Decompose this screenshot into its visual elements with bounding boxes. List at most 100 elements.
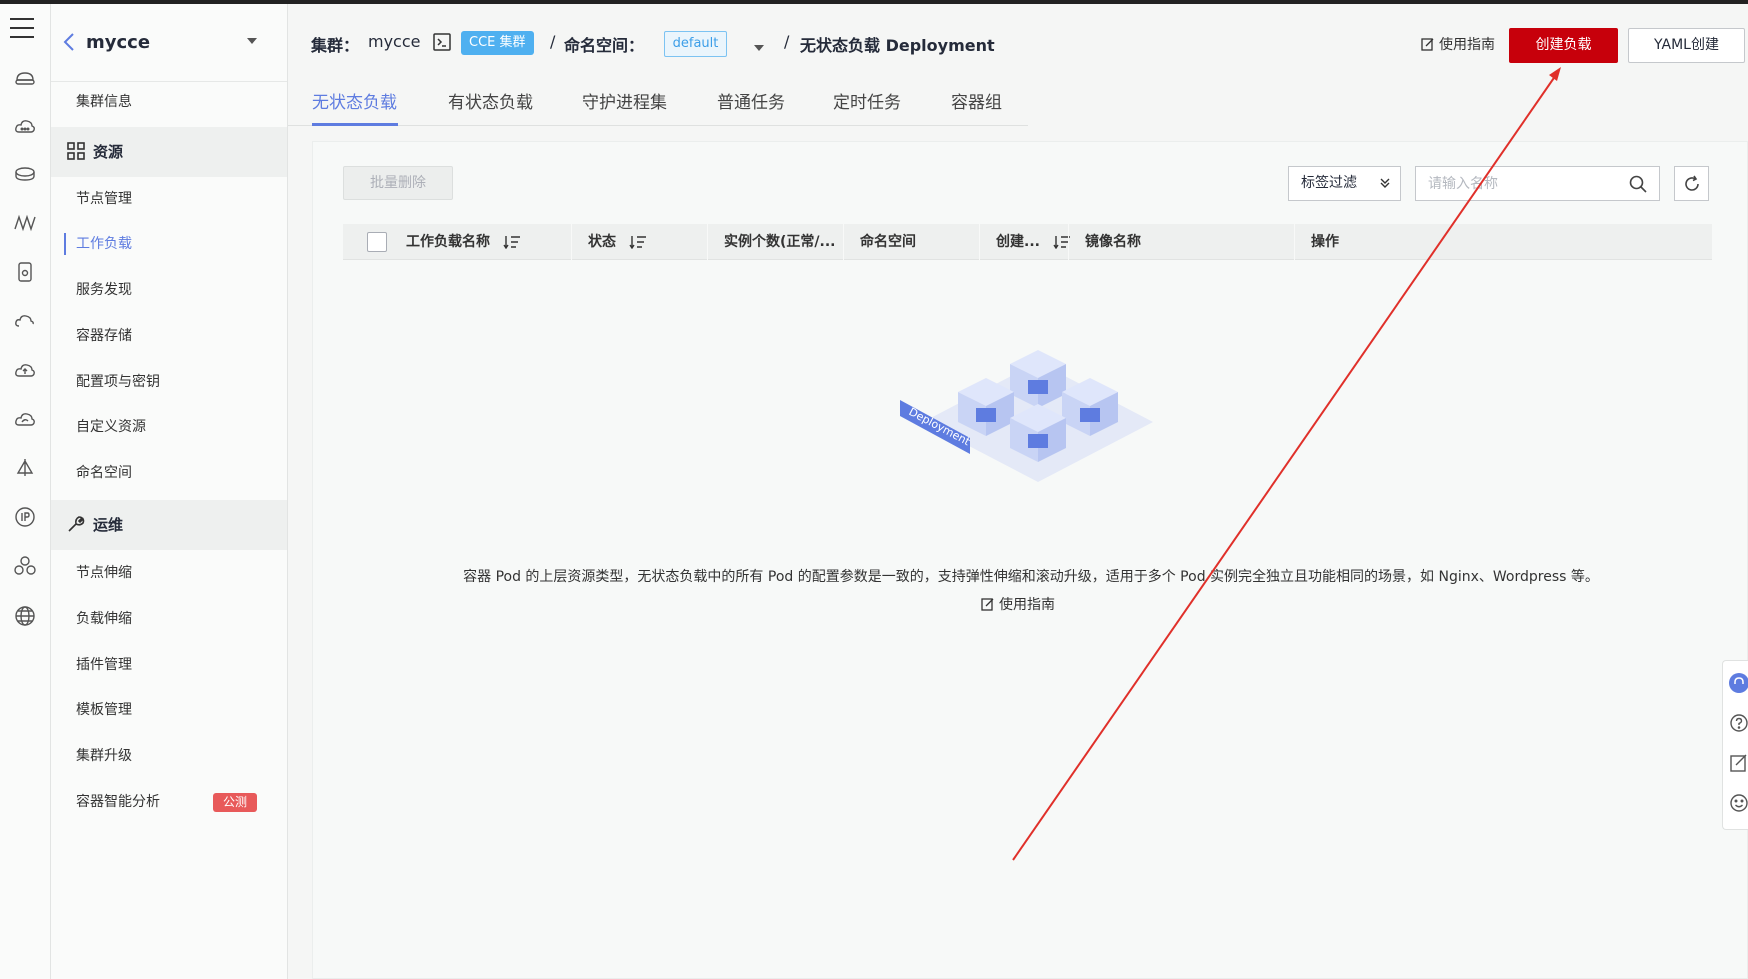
yaml-create-button[interactable]: YAML创建 <box>1628 28 1745 63</box>
label-filter-button[interactable]: 标签过滤 <box>1288 166 1401 201</box>
sidebar-item-cluster-info[interactable]: 集群信息 <box>51 82 287 122</box>
column-divider <box>1294 224 1295 260</box>
page-title: 无状态负载 Deployment <box>800 36 995 55</box>
sidebar-item-cluster-upgrade[interactable]: 集群升级 <box>51 736 287 776</box>
double-chevron-down-icon <box>1380 178 1390 188</box>
icon-rail <box>0 4 51 979</box>
menu-icon[interactable] <box>10 18 34 45</box>
cluster-label: 集群： <box>311 36 360 55</box>
sidebar-item-services[interactable]: 服务发现 <box>51 270 287 310</box>
search-icon[interactable] <box>1628 174 1648 194</box>
database-icon[interactable] <box>13 162 37 186</box>
floating-toolbar <box>1722 660 1748 830</box>
column-divider <box>843 224 844 260</box>
grid-icon <box>67 142 85 160</box>
deployment-illustration: Deployment <box>900 350 1153 482</box>
help-icon[interactable] <box>1729 713 1748 733</box>
smile-icon[interactable] <box>1729 793 1748 813</box>
sidebar-item-custom-resources[interactable]: 自定义资源 <box>51 407 287 447</box>
sidebar-item-storage[interactable]: 容器存储 <box>51 316 287 356</box>
refresh-button[interactable] <box>1674 166 1709 201</box>
guide-label: 使用指南 <box>999 597 1055 613</box>
active-tab-indicator <box>312 123 398 126</box>
cloud-icon[interactable] <box>13 114 37 138</box>
sort-icon[interactable] <box>629 235 647 249</box>
cloud-server-icon[interactable] <box>13 66 37 90</box>
chevron-down-icon[interactable] <box>754 45 764 51</box>
globe-icon[interactable] <box>13 604 37 628</box>
refresh-icon <box>1685 175 1699 191</box>
storage-icon[interactable] <box>13 260 37 284</box>
sidebar-header: mycce <box>51 4 287 82</box>
back-icon[interactable] <box>63 32 75 57</box>
network-icon[interactable] <box>13 211 37 235</box>
tab-cronjobs[interactable]: 定时任务 <box>833 88 901 113</box>
tab-statefulsets[interactable]: 有状态负载 <box>448 88 533 113</box>
cloud-sync-icon[interactable] <box>13 407 37 431</box>
workload-list-panel: 批量删除 标签过滤 工作负载名称 状态 实例个数(正常/... 命名空间 创建.… <box>312 141 1748 979</box>
column-header-created[interactable]: 创建... <box>996 224 1071 260</box>
column-divider <box>707 224 708 260</box>
sidebar-item-nodes[interactable]: 节点管理 <box>51 179 287 219</box>
sidebar-item-configmaps-secrets[interactable]: 配置项与密钥 <box>51 362 287 402</box>
cluster-icon[interactable] <box>13 554 37 578</box>
column-header-namespace: 命名空间 <box>860 234 916 250</box>
page-header: 集群： mycce CCE 集群 / 命名空间： default / 无状态负载… <box>288 4 1748 74</box>
sidebar-item-templates[interactable]: 模板管理 <box>51 690 287 730</box>
column-divider <box>571 224 572 260</box>
column-header-status[interactable]: 状态 <box>588 224 647 260</box>
terminal-icon[interactable] <box>432 32 452 56</box>
sidebar-group-resources[interactable]: 资源 <box>51 127 287 177</box>
cluster-type-tag: CCE 集群 <box>461 31 534 55</box>
sidebar-item-namespaces[interactable]: 命名空间 <box>51 453 287 493</box>
sidebar-item-workload-scaling[interactable]: 负载伸缩 <box>51 599 287 639</box>
tab-deployments[interactable]: 无状态负载 <box>312 88 397 113</box>
sidebar-item-workloads[interactable]: 工作负载 <box>51 224 287 264</box>
cluster-name: mycce <box>368 32 421 51</box>
sidebar-group-label: 资源 <box>93 143 124 161</box>
ip-icon[interactable] <box>13 505 37 529</box>
empty-state-description: 容器 Pod 的上层资源类型，无状态负载中的所有 Pod 的配置参数是一致的，支… <box>463 569 1599 585</box>
column-header-name[interactable]: 工作负载名称 <box>406 224 521 260</box>
tab-jobs[interactable]: 普通任务 <box>717 88 785 113</box>
edit-guide-icon <box>981 598 994 611</box>
create-workload-button[interactable]: 创建负载 <box>1509 28 1618 63</box>
search-box <box>1415 166 1660 201</box>
column-header-image: 镜像名称 <box>1085 234 1141 250</box>
bulk-delete-button[interactable]: 批量删除 <box>343 166 453 200</box>
sidebar-item-node-scaling[interactable]: 节点伸缩 <box>51 553 287 593</box>
column-header-instances: 实例个数(正常/... <box>724 234 836 250</box>
column-header-actions: 操作 <box>1311 234 1339 250</box>
beta-badge: 公测 <box>213 793 258 812</box>
deploy-icon[interactable] <box>13 456 37 480</box>
cloud-outline-icon[interactable] <box>13 309 37 333</box>
wrench-icon <box>68 516 85 532</box>
column-label: 创建... <box>996 234 1040 250</box>
edit-icon[interactable] <box>1729 753 1748 773</box>
cluster-selector[interactable]: mycce <box>86 32 150 53</box>
select-all-checkbox[interactable] <box>367 232 387 252</box>
search-input[interactable] <box>1416 167 1616 200</box>
sidebar-group-label: 运维 <box>93 516 124 534</box>
user-guide-link[interactable]: 使用指南 <box>1421 34 1495 54</box>
sidebar-item-label: 容器智能分析 <box>76 794 160 810</box>
sidebar-item-container-insights[interactable]: 容器智能分析 公测 <box>51 782 287 822</box>
sidebar-group-ops[interactable]: 运维 <box>51 500 287 550</box>
namespace-select[interactable]: default <box>664 31 727 57</box>
sort-icon[interactable] <box>503 235 521 249</box>
table-header: 工作负载名称 状态 实例个数(正常/... 命名空间 创建... 镜像名称 操作 <box>343 224 1712 260</box>
namespace-label: 命名空间： <box>564 36 645 55</box>
empty-state-guide-link[interactable]: 使用指南 <box>981 594 1055 614</box>
chevron-down-icon[interactable] <box>247 38 257 44</box>
tab-pods[interactable]: 容器组 <box>951 88 1002 113</box>
label-filter-label: 标签过滤 <box>1301 175 1357 191</box>
breadcrumb-separator: / <box>784 32 790 51</box>
customer-service-icon[interactable] <box>1729 673 1748 693</box>
tab-daemonsets[interactable]: 守护进程集 <box>582 88 667 113</box>
column-label: 状态 <box>588 234 616 250</box>
column-label: 工作负载名称 <box>406 234 490 250</box>
edit-guide-icon <box>1421 38 1434 51</box>
user-guide-label: 使用指南 <box>1439 37 1495 53</box>
cloud-upload-icon[interactable] <box>13 358 37 382</box>
sidebar-item-addons[interactable]: 插件管理 <box>51 645 287 685</box>
